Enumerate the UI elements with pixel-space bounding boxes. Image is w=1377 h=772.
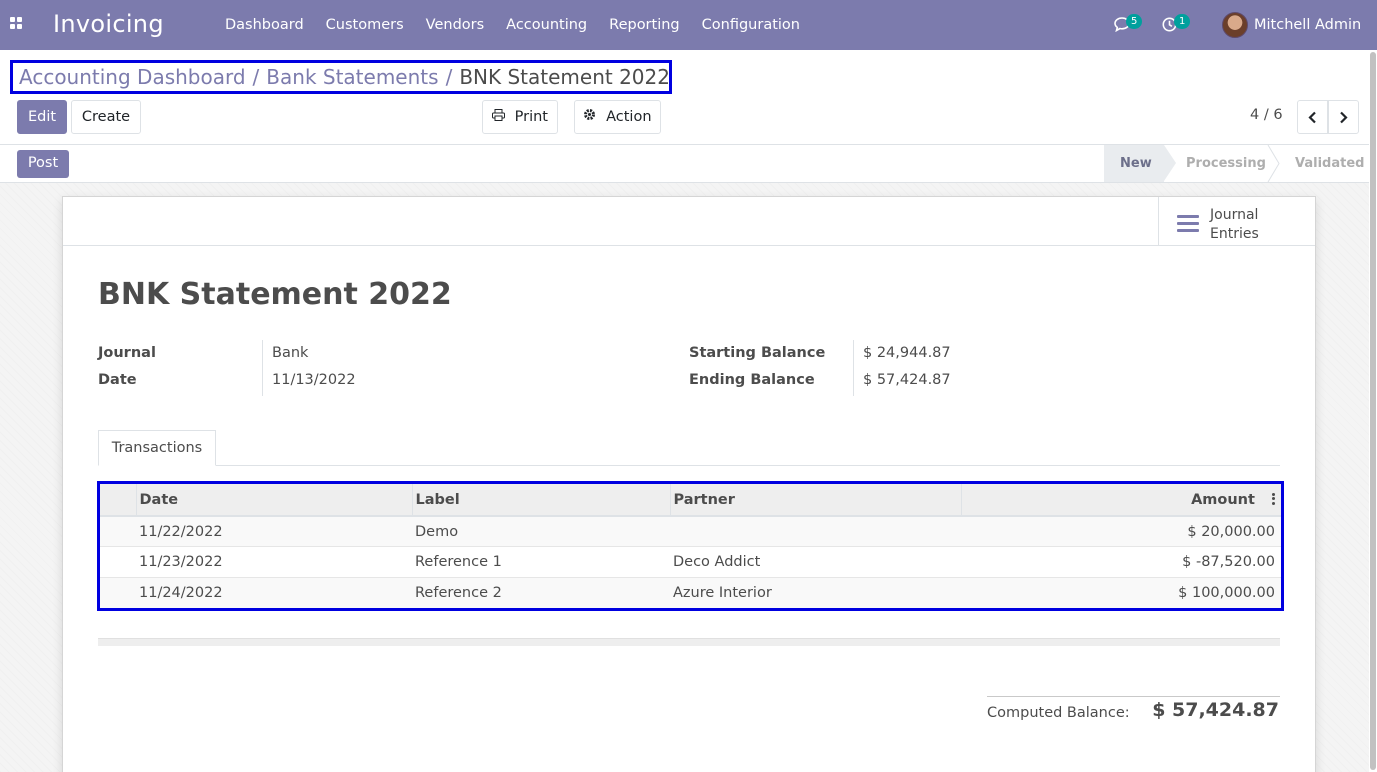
row-amount: $ 100,000.00 (961, 576, 1281, 608)
menu-configuration[interactable]: Configuration (691, 0, 811, 50)
starting-balance-label: Starting Balance (689, 345, 826, 361)
computed-balance-value: $ 57,424.87 (1152, 699, 1279, 721)
action-label: Action (606, 109, 652, 125)
row-handle (100, 546, 136, 577)
form-sheet: Journal Entries BNK Statement 2022 Journ… (62, 196, 1316, 772)
pager-value[interactable]: 4 / 6 (1250, 107, 1283, 123)
row-partner (670, 515, 961, 547)
post-button[interactable]: Post (17, 150, 69, 178)
column-header-date[interactable]: Date (136, 484, 413, 517)
amount-header-label: Amount (1191, 491, 1255, 508)
optional-columns-icon[interactable] (1272, 492, 1275, 505)
breadcrumb-current: BNK Statement 2022 (459, 65, 670, 89)
field-divider (262, 340, 263, 396)
breadcrumb-separator: / (445, 65, 453, 89)
breadcrumb-accounting-dashboard[interactable]: Accounting Dashboard (19, 65, 246, 89)
tab-transactions[interactable]: Transactions (98, 430, 216, 466)
action-button[interactable]: Action (574, 100, 661, 134)
row-partner: Deco Addict (670, 546, 961, 577)
main-menu: Dashboard Customers Vendors Accounting R… (214, 0, 811, 50)
computed-balance-label: Computed Balance: (987, 705, 1130, 721)
chevron-right-icon (1340, 111, 1348, 123)
row-partner: Azure Interior (670, 576, 961, 608)
app-name[interactable]: Invoicing (53, 10, 164, 38)
menu-customers[interactable]: Customers (315, 0, 415, 50)
smart-button-box: Journal Entries (63, 197, 1315, 246)
tabs-underline (98, 465, 1280, 466)
row-date: 11/23/2022 (136, 546, 412, 577)
row-date: 11/22/2022 (136, 515, 412, 547)
row-label: Reference 1 (412, 546, 670, 577)
starting-balance-field[interactable]: $ 24,944.87 (863, 345, 951, 361)
transactions-table: Date Label Partner Amount 11/22/2022 Dem… (97, 481, 1284, 611)
print-label: Print (514, 109, 548, 125)
table-header-row: Date Label Partner Amount (100, 484, 1281, 517)
field-divider (853, 340, 854, 396)
totals-divider (987, 696, 1280, 697)
journal-label: Journal (98, 345, 156, 361)
user-menu[interactable]: Mitchell Admin (1222, 11, 1361, 39)
row-handle (100, 576, 136, 608)
column-header-partner[interactable]: Partner (670, 484, 962, 517)
print-icon (492, 109, 510, 125)
row-amount: $ -87,520.00 (961, 546, 1281, 577)
stage-processing[interactable]: Processing (1186, 145, 1266, 182)
menu-accounting[interactable]: Accounting (495, 0, 598, 50)
column-header-label[interactable]: Label (412, 484, 671, 517)
stage-validated[interactable]: Validated (1295, 145, 1364, 182)
header-handle-column (100, 484, 137, 517)
column-header-amount[interactable]: Amount (961, 484, 1281, 517)
row-amount: $ 20,000.00 (961, 515, 1281, 547)
user-name: Mitchell Admin (1254, 17, 1362, 33)
table-row[interactable]: 11/24/2022 Reference 2 Azure Interior $ … (100, 576, 1281, 608)
scrollbar-thumb[interactable] (1370, 52, 1376, 770)
avatar (1222, 12, 1248, 38)
pager-next-button[interactable] (1328, 100, 1359, 134)
breadcrumb-separator: / (252, 65, 260, 89)
menu-dashboard[interactable]: Dashboard (214, 0, 315, 50)
record-title: BNK Statement 2022 (98, 277, 452, 312)
ending-balance-field[interactable]: $ 57,424.87 (863, 372, 951, 388)
create-button[interactable]: Create (71, 100, 141, 134)
activities-button[interactable]: 1 (1162, 14, 1191, 36)
top-navbar: Invoicing Dashboard Customers Vendors Ac… (0, 0, 1377, 50)
apps-menu-icon[interactable] (10, 17, 25, 32)
journal-entries-button[interactable]: Journal Entries (1158, 197, 1315, 245)
ending-balance-label: Ending Balance (689, 372, 815, 388)
print-button[interactable]: Print (482, 100, 558, 134)
breadcrumb-bank-statements[interactable]: Bank Statements (266, 65, 438, 89)
row-handle (100, 515, 136, 547)
gear-icon (583, 109, 601, 125)
messages-button[interactable]: 5 (1114, 14, 1143, 36)
table-row[interactable]: 11/23/2022 Reference 1 Deco Addict $ -87… (100, 546, 1281, 577)
journal-entries-label: Journal Entries (1210, 207, 1259, 242)
list-icon (1177, 215, 1199, 232)
menu-vendors[interactable]: Vendors (415, 0, 496, 50)
date-label: Date (98, 372, 137, 388)
chevron-left-icon (1308, 111, 1316, 123)
row-label: Reference 2 (412, 576, 670, 608)
row-date: 11/24/2022 (136, 576, 412, 608)
status-bar: Post New Processing Validated (0, 145, 1377, 183)
stage-separator (1267, 145, 1280, 182)
row-label: Demo (412, 515, 670, 547)
activities-count-badge: 1 (1174, 14, 1191, 29)
table-footer-bar (98, 638, 1280, 646)
journal-field[interactable]: Bank (272, 345, 308, 361)
table-row[interactable]: 11/22/2022 Demo $ 20,000.00 (100, 515, 1281, 547)
edit-button[interactable]: Edit (17, 100, 67, 134)
breadcrumb: Accounting Dashboard / Bank Statements /… (10, 60, 672, 94)
pager-previous-button[interactable] (1297, 100, 1328, 134)
stage-new[interactable]: New (1104, 145, 1176, 182)
date-field[interactable]: 11/13/2022 (272, 372, 356, 388)
menu-reporting[interactable]: Reporting (598, 0, 691, 50)
messages-count-badge: 5 (1126, 14, 1143, 29)
